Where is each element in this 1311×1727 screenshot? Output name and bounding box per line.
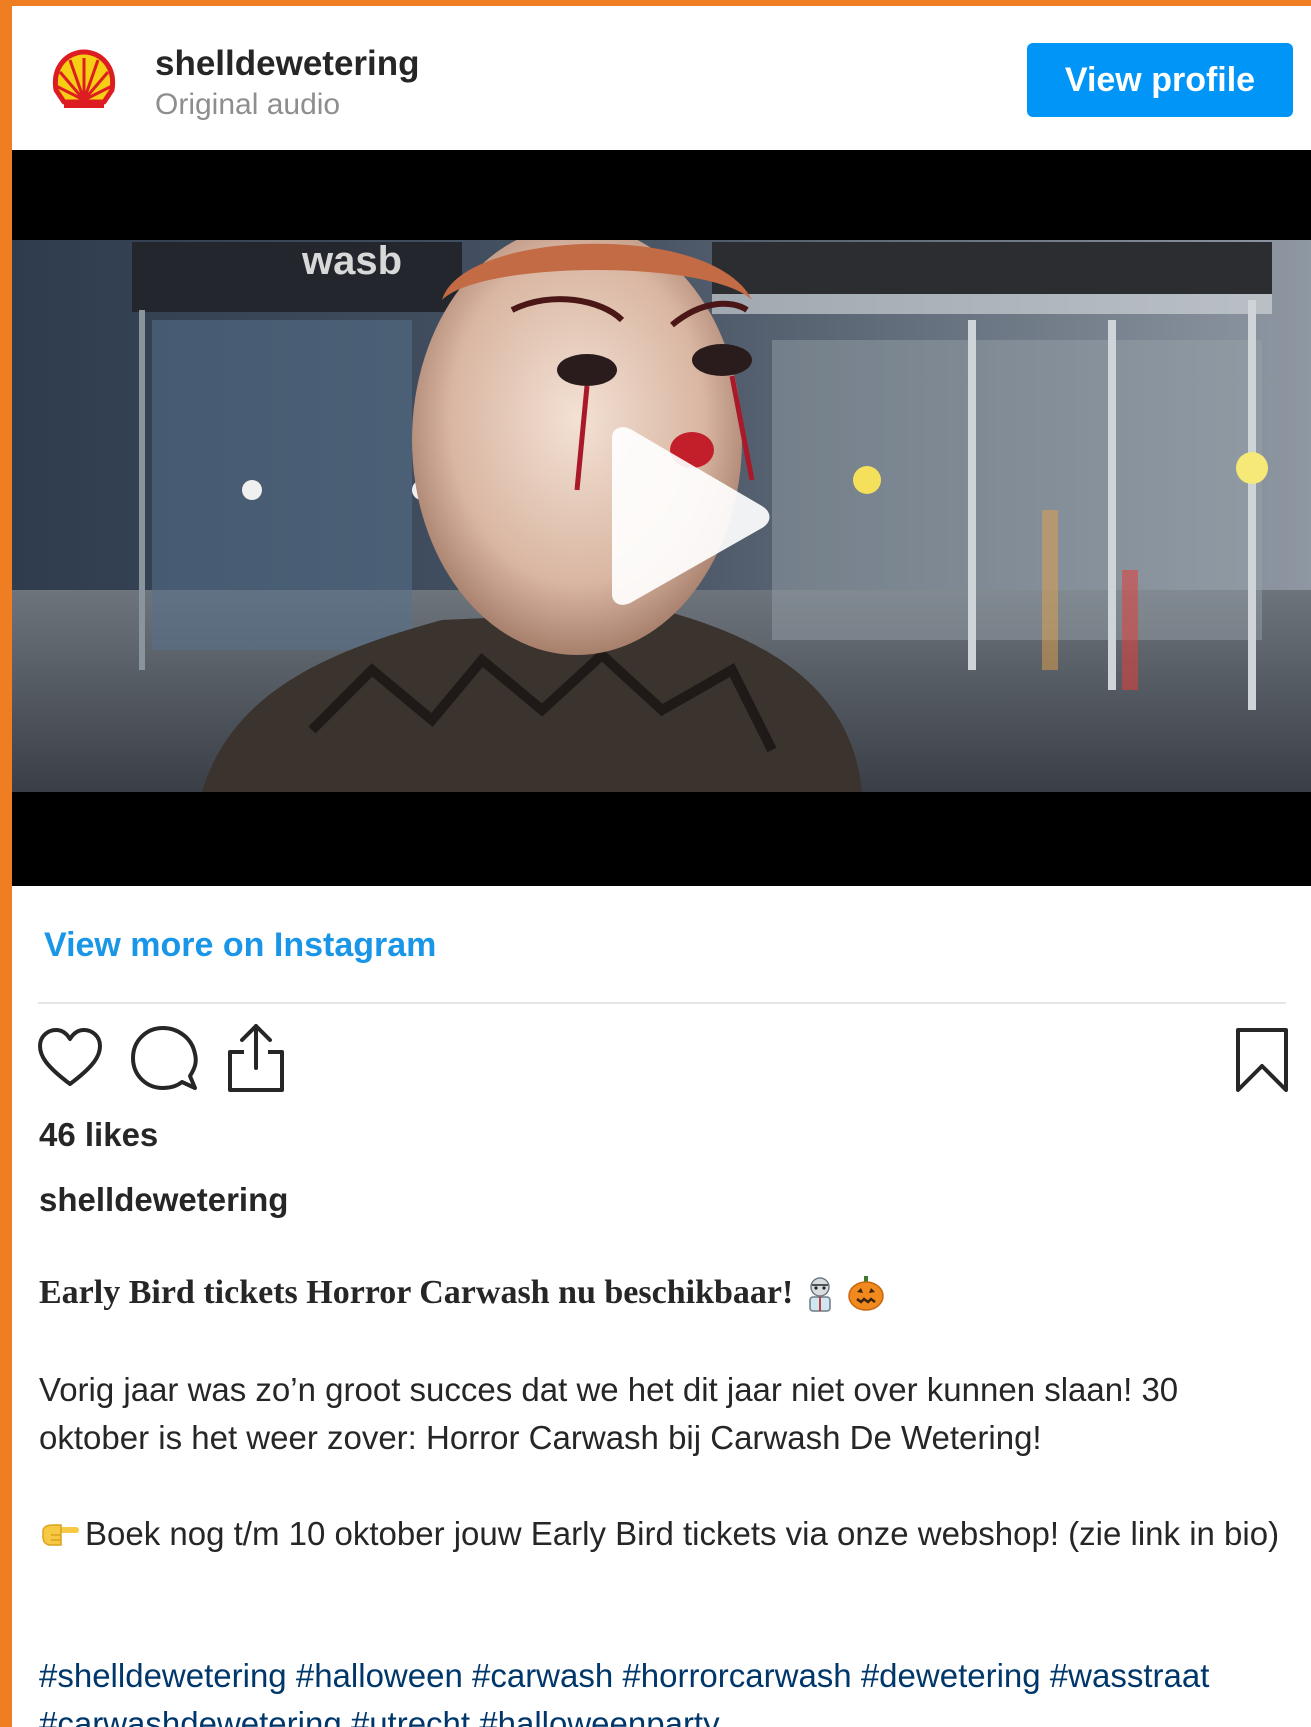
hashtag-link[interactable]: #utrecht (351, 1705, 470, 1727)
hashtag-link[interactable]: #shelldewetering (39, 1657, 287, 1694)
audio-label[interactable]: Original audio (155, 88, 340, 122)
caption-headline-text: Early Bird tickets Horror Carwash nu bes… (39, 1274, 794, 1311)
pointing-hand-emoji-icon (42, 1524, 79, 1546)
play-icon[interactable] (592, 426, 772, 606)
caption-paragraph-text: Boek nog t/m 10 oktober jouw Early Bird … (85, 1515, 1280, 1552)
share-icon[interactable] (224, 1022, 288, 1094)
hashtag-link[interactable]: #halloween (296, 1657, 463, 1694)
view-profile-button[interactable]: View profile (1027, 43, 1293, 117)
caption-headline: Early Bird tickets Horror Carwash nu bes… (39, 1274, 885, 1312)
zombie-emoji-icon (809, 1277, 832, 1312)
view-more-link[interactable]: View more on Instagram (44, 926, 436, 965)
hashtag-link[interactable]: #carwash (472, 1657, 613, 1694)
caption-paragraph: Boek nog t/m 10 oktober jouw Early Bird … (39, 1510, 1289, 1558)
post-header: shelldewetering Original audio View prof… (12, 6, 1311, 150)
hashtag-link[interactable]: #halloweenparty (479, 1705, 719, 1727)
divider (38, 1002, 1286, 1004)
shell-logo-icon[interactable] (48, 44, 120, 116)
hashtag-link[interactable]: #horrorcarwash (622, 1657, 851, 1694)
hashtag-link[interactable]: #dewetering (861, 1657, 1041, 1694)
hashtag-list: #shelldewetering #halloween #carwash #ho… (39, 1652, 1289, 1727)
comment-icon[interactable] (129, 1024, 199, 1094)
bookmark-icon[interactable] (1234, 1026, 1290, 1094)
heart-icon[interactable] (36, 1024, 104, 1092)
pumpkin-emoji-icon (848, 1276, 885, 1311)
video-player[interactable]: wasb (12, 150, 1311, 886)
caption-paragraph: Vorig jaar was zo’n groot succes dat we … (39, 1371, 1179, 1456)
profile-username[interactable]: shelldewetering (155, 44, 420, 84)
hashtag-link[interactable]: #wasstraat (1050, 1657, 1210, 1694)
instagram-embed-card: shelldewetering Original audio View prof… (12, 6, 1311, 1727)
hashtag-link[interactable]: #carwashdewetering (39, 1705, 342, 1727)
like-count[interactable]: 46 likes (39, 1116, 158, 1154)
video-sign-text: wasb (301, 239, 402, 283)
caption-username[interactable]: shelldewetering (39, 1181, 288, 1219)
